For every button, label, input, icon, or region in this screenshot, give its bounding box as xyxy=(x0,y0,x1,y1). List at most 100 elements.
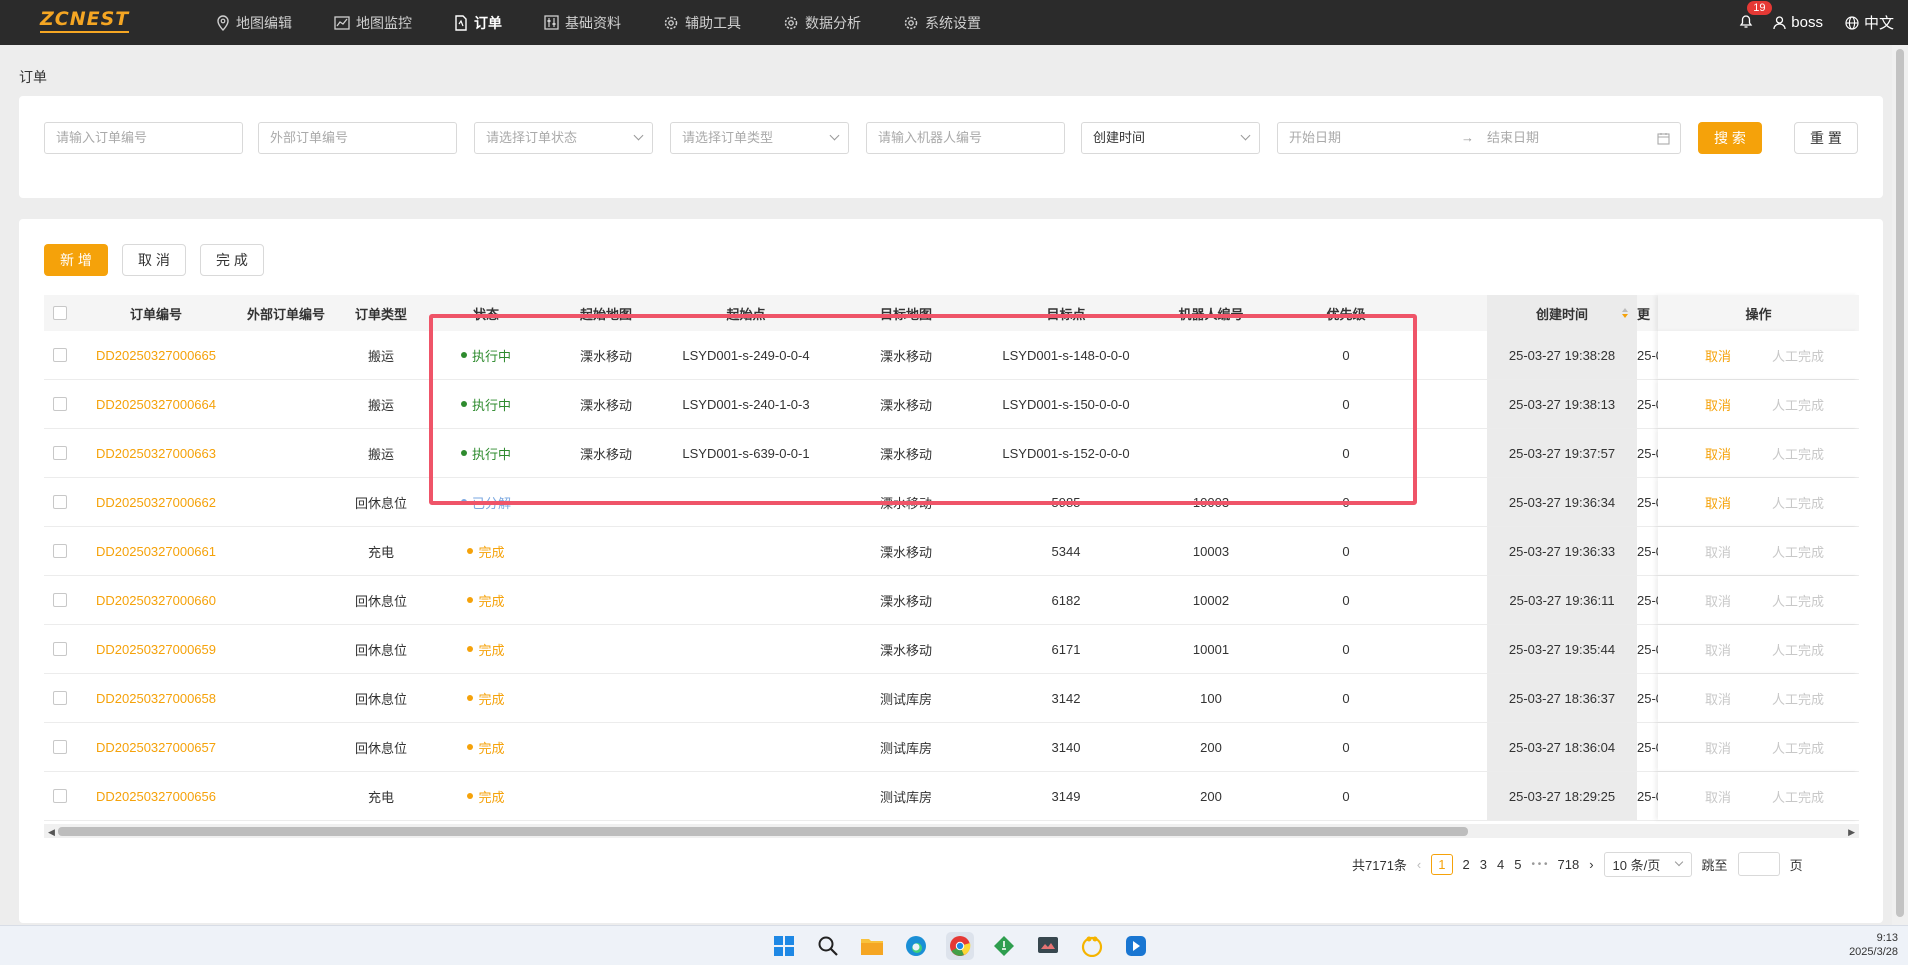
screen-capture-app-icon[interactable] xyxy=(1034,932,1062,960)
horizontal-scrollbar[interactable]: ◀ ▶ xyxy=(44,824,1859,838)
chevron-down-icon xyxy=(633,130,644,141)
file-explorer-icon[interactable] xyxy=(858,932,886,960)
type-select[interactable]: 请选择订单类型 xyxy=(670,122,849,154)
nav-analytics[interactable]: 数据分析 xyxy=(783,0,861,45)
col-created-time[interactable]: 创建时间 xyxy=(1487,295,1637,331)
row-manual-complete-link[interactable]: 人工完成 xyxy=(1763,527,1833,575)
row-manual-complete-link[interactable]: 人工完成 xyxy=(1763,674,1833,722)
nav-orders[interactable]: 订单 xyxy=(454,0,502,45)
row-checkbox[interactable] xyxy=(53,691,67,705)
order-no-cell[interactable]: DD20250327000664 xyxy=(76,380,236,428)
row-cancel-link[interactable]: 取消 xyxy=(1698,723,1738,771)
page-1[interactable]: 1 xyxy=(1431,853,1453,875)
order-no-cell[interactable]: DD20250327000659 xyxy=(76,625,236,673)
row-manual-complete-link[interactable]: 人工完成 xyxy=(1763,429,1833,477)
page-2[interactable]: 2 xyxy=(1463,857,1470,872)
blue-app-icon[interactable] xyxy=(1122,932,1150,960)
table-row[interactable]: DD20250327000659 回休息位 完成 溧水移动 6171 10001 0 25-0… xyxy=(44,625,1859,674)
row-manual-complete-link[interactable]: 人工完成 xyxy=(1763,331,1833,379)
order-no-cell[interactable]: DD20250327000656 xyxy=(76,772,236,820)
add-order-button[interactable]: 新 增 xyxy=(44,244,108,276)
scroll-right-icon[interactable]: ▶ xyxy=(1848,827,1855,838)
row-cancel-link[interactable]: 取消 xyxy=(1698,772,1738,820)
row-checkbox[interactable] xyxy=(53,740,67,754)
row-cancel-link[interactable]: 取消 xyxy=(1698,429,1738,477)
status-dot-icon xyxy=(467,695,474,701)
vscroll-thumb[interactable] xyxy=(1896,49,1904,917)
windows-start-icon[interactable] xyxy=(770,932,798,960)
row-cancel-link[interactable]: 取消 xyxy=(1698,331,1738,379)
user-menu[interactable]: boss xyxy=(1773,14,1823,31)
row-manual-complete-link[interactable]: 人工完成 xyxy=(1763,576,1833,624)
page-last[interactable]: 718 xyxy=(1558,857,1580,872)
page-size-select[interactable]: 10 条/页 xyxy=(1603,851,1692,877)
nav-map-monitor[interactable]: 地图监控 xyxy=(334,0,412,45)
row-cancel-link[interactable]: 取消 xyxy=(1698,625,1738,673)
yellow-app-icon[interactable] xyxy=(1078,932,1106,960)
nav-tools[interactable]: 辅助工具 xyxy=(663,0,741,45)
order-no-cell[interactable]: DD20250327000662 xyxy=(76,478,236,526)
row-checkbox[interactable] xyxy=(53,642,67,656)
language-switcher[interactable]: 中文 xyxy=(1845,12,1894,33)
order-no-cell[interactable]: DD20250327000663 xyxy=(76,429,236,477)
order-no-cell[interactable]: DD20250327000658 xyxy=(76,674,236,722)
row-checkbox[interactable] xyxy=(53,593,67,607)
status-select[interactable]: 请选择订单状态 xyxy=(474,122,653,154)
reset-button[interactable]: 重 置 xyxy=(1794,122,1858,154)
green-app-icon[interactable] xyxy=(990,932,1018,960)
next-page-button[interactable]: › xyxy=(1589,857,1593,872)
date-range-picker[interactable]: 开始日期 → 结束日期 xyxy=(1277,122,1681,154)
row-cancel-link[interactable]: 取消 xyxy=(1698,380,1738,428)
scrollbar-thumb[interactable] xyxy=(58,827,1468,836)
row-cancel-link[interactable]: 取消 xyxy=(1698,527,1738,575)
row-manual-complete-link[interactable]: 人工完成 xyxy=(1763,625,1833,673)
row-checkbox[interactable] xyxy=(53,544,67,558)
row-manual-complete-link[interactable]: 人工完成 xyxy=(1763,478,1833,526)
table-row[interactable]: DD20250327000661 充电 完成 溧水移动 5344 10003 0 25-03-… xyxy=(44,527,1859,576)
order-no-cell[interactable]: DD20250327000661 xyxy=(76,527,236,575)
notification-button[interactable]: 19 xyxy=(1739,0,1772,33)
table-row[interactable]: DD20250327000658 回休息位 完成 测试库房 3142 100 0 25-03-… xyxy=(44,674,1859,723)
row-checkbox[interactable] xyxy=(53,446,67,460)
page-3[interactable]: 3 xyxy=(1480,857,1487,872)
nav-settings[interactable]: 系统设置 xyxy=(903,0,981,45)
row-cancel-link[interactable]: 取消 xyxy=(1698,478,1738,526)
table-row[interactable]: DD20250327000656 充电 完成 测试库房 3149 200 0 25-03-27… xyxy=(44,772,1859,821)
scroll-left-icon[interactable]: ◀ xyxy=(48,827,55,838)
search-icon[interactable] xyxy=(814,932,842,960)
row-manual-complete-link[interactable]: 人工完成 xyxy=(1763,380,1833,428)
row-manual-complete-link[interactable]: 人工完成 xyxy=(1763,772,1833,820)
page-4[interactable]: 4 xyxy=(1497,857,1504,872)
row-manual-complete-link[interactable]: 人工完成 xyxy=(1763,723,1833,771)
complete-orders-button[interactable]: 完 成 xyxy=(200,244,264,276)
row-cancel-link[interactable]: 取消 xyxy=(1698,674,1738,722)
vertical-scrollbar[interactable] xyxy=(1892,45,1908,925)
cancel-orders-button[interactable]: 取 消 xyxy=(122,244,186,276)
row-cancel-link[interactable]: 取消 xyxy=(1698,576,1738,624)
select-all-checkbox[interactable] xyxy=(53,306,67,320)
robot-no-input[interactable]: 请输入机器人编号 xyxy=(866,122,1065,154)
table-row[interactable]: DD20250327000660 回休息位 完成 溧水移动 6182 10002 0 25-0… xyxy=(44,576,1859,625)
edge-browser-icon[interactable] xyxy=(902,932,930,960)
jump-input[interactable] xyxy=(1737,852,1780,876)
page-ellipsis[interactable]: • • • xyxy=(1531,859,1547,870)
order-no-input[interactable]: 请输入订单编号 xyxy=(44,122,243,154)
order-no-cell[interactable]: DD20250327000657 xyxy=(76,723,236,771)
time-field-select[interactable]: 创建时间 xyxy=(1081,122,1260,154)
row-checkbox[interactable] xyxy=(53,397,67,411)
search-button[interactable]: 搜 索 xyxy=(1698,122,1762,154)
updated-time-cell: 25-0 xyxy=(1637,739,1658,755)
order-no-cell[interactable]: DD20250327000660 xyxy=(76,576,236,624)
chrome-browser-icon[interactable] xyxy=(946,932,974,960)
order-no-cell[interactable]: DD20250327000665 xyxy=(76,331,236,379)
nav-map-edit[interactable]: 地图编辑 xyxy=(216,0,292,45)
ext-order-no-input[interactable]: 外部订单编号 xyxy=(258,122,457,154)
prev-page-button[interactable]: ‹ xyxy=(1417,857,1421,872)
row-checkbox[interactable] xyxy=(53,789,67,803)
table-row[interactable]: DD20250327000657 回休息位 完成 测试库房 3140 200 0 25-03-… xyxy=(44,723,1859,772)
page-5[interactable]: 5 xyxy=(1514,857,1521,872)
row-checkbox[interactable] xyxy=(53,495,67,509)
nav-basic-data[interactable]: 基础资料 xyxy=(544,0,621,45)
row-checkbox[interactable] xyxy=(53,348,67,362)
system-clock[interactable]: 9:13 2025/3/28 xyxy=(1849,931,1898,959)
